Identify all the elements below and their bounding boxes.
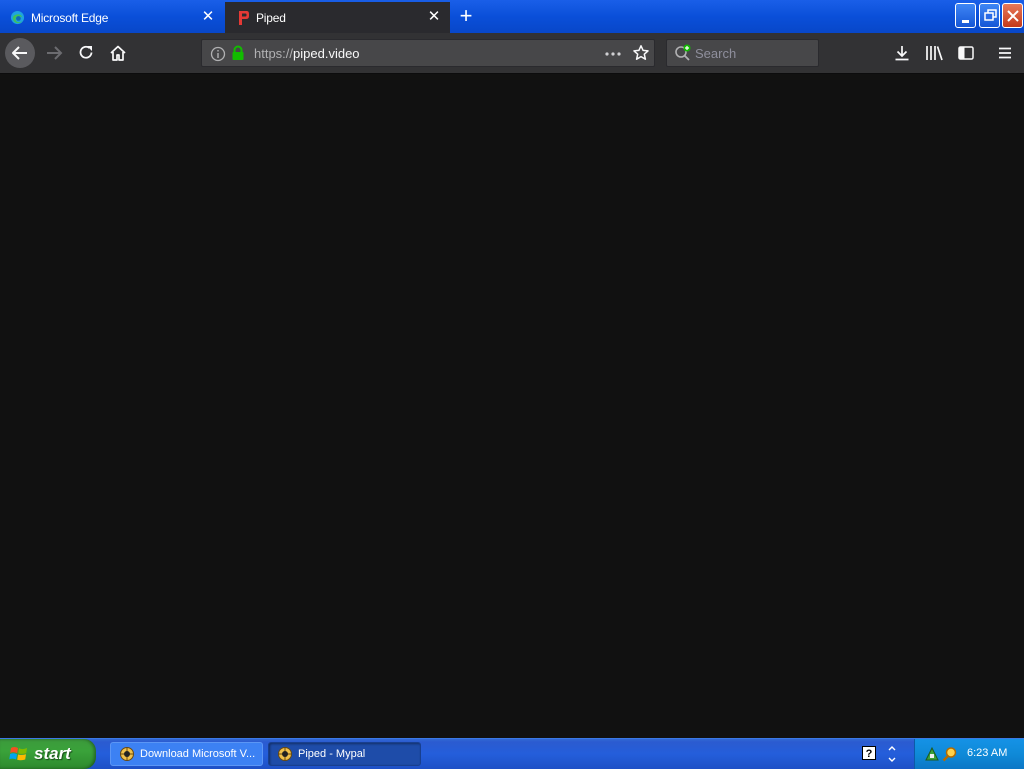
tab-title: Piped (256, 10, 286, 25)
bookmark-star-icon[interactable] (632, 44, 650, 62)
piped-icon (239, 10, 249, 25)
taskbar-item-download[interactable]: Download Microsoft V... (110, 742, 263, 766)
reload-icon (79, 45, 93, 59)
close-tab-icon[interactable]: ✕ (426, 9, 442, 25)
library-button[interactable] (922, 41, 946, 65)
menu-button[interactable] (993, 41, 1017, 65)
start-label: start (34, 744, 71, 763)
hamburger-menu-icon (999, 47, 1011, 59)
search-tray-icon[interactable] (942, 746, 958, 762)
navigation-toolbar: https://piped.video (0, 33, 1024, 74)
restore-icon (984, 9, 997, 21)
tab-piped[interactable]: Piped ✕ (225, 2, 450, 33)
restore-button[interactable] (979, 3, 1000, 28)
close-tab-icon[interactable]: ✕ (200, 9, 216, 25)
new-tab-button[interactable]: + (456, 5, 476, 27)
home-icon (110, 45, 126, 61)
library-icon (926, 46, 943, 61)
close-window-button[interactable] (1002, 3, 1023, 28)
search-bar[interactable] (666, 39, 819, 67)
page-content (0, 74, 1024, 738)
url-host: piped.video (293, 46, 360, 61)
system-tray: 6:23 AM (914, 739, 1024, 769)
search-input[interactable] (695, 44, 813, 62)
help-icon[interactable]: ? (862, 746, 876, 760)
arrow-right-icon (47, 46, 63, 60)
taskbar-item-label: Piped - Mypal (298, 748, 366, 760)
title-bar: Microsoft Edge ✕ Piped ✕ + (0, 0, 1024, 33)
url-text[interactable]: https://piped.video (254, 46, 360, 61)
windows-flag-icon (9, 747, 27, 761)
url-scheme: https:// (254, 46, 294, 61)
arrow-left-icon (12, 46, 27, 60)
reload-button[interactable] (71, 38, 101, 68)
sidebar-button[interactable] (954, 41, 978, 65)
tab-microsoft-edge[interactable]: Microsoft Edge ✕ (0, 2, 224, 33)
sidebar-icon (958, 46, 974, 60)
home-button[interactable] (103, 38, 133, 68)
back-button[interactable] (5, 38, 35, 68)
taskbar-item-piped[interactable]: Piped - Mypal (268, 742, 421, 766)
more-actions-icon[interactable] (604, 46, 622, 62)
browser-icon (278, 747, 292, 761)
search-icon (675, 44, 691, 61)
download-icon (895, 46, 909, 61)
browser-icon (120, 747, 134, 761)
downloads-button[interactable] (890, 41, 914, 65)
close-icon (1007, 10, 1019, 22)
clock: 6:23 AM (967, 747, 1008, 759)
taskbar-item-label: Download Microsoft V... (140, 748, 256, 760)
taskbar: start Download Microsoft V... Piped - My… (0, 738, 1024, 769)
minimize-icon (962, 20, 969, 23)
url-bar[interactable]: https://piped.video (201, 39, 655, 67)
tab-title: Microsoft Edge (31, 10, 109, 25)
network-icon[interactable] (924, 746, 940, 762)
lock-icon[interactable] (231, 45, 245, 61)
info-icon[interactable] (210, 46, 226, 62)
chevron-expand-icon[interactable] (886, 744, 898, 764)
forward-button[interactable] (39, 38, 69, 68)
minimize-button[interactable] (955, 3, 976, 28)
edge-icon (10, 10, 25, 25)
svg-text:?: ? (866, 748, 873, 760)
start-button[interactable]: start (0, 739, 96, 769)
